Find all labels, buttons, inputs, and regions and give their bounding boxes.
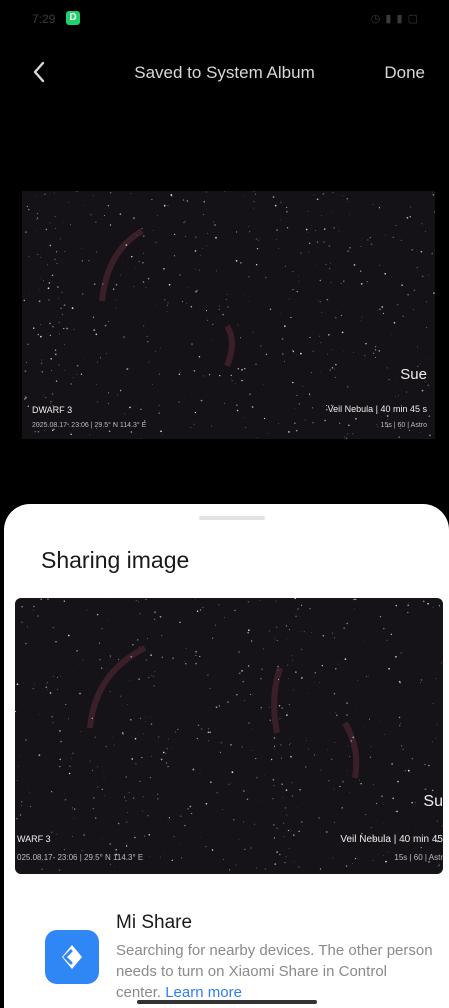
status-bar: 7:29 D ◷ ▮ ▮ ▢ <box>0 0 449 34</box>
photo-target: Veil Nebula | 40 min 45 s <box>327 404 427 414</box>
status-indicators: ◷ ▮ ▮ ▢ <box>370 13 419 25</box>
nebula-preview-image <box>15 598 443 871</box>
preview-signature: Su <box>423 793 443 810</box>
photo-signature: Sue <box>400 366 427 383</box>
mi-share-description: Searching for nearby devices. The other … <box>116 940 436 1003</box>
sheet-handle[interactable] <box>199 516 265 520</box>
photo-settings: 15s | 60 | Astro <box>380 422 427 429</box>
home-indicator[interactable] <box>137 1000 317 1004</box>
sheet-title: Sharing image <box>41 547 190 573</box>
top-bar: Saved to System Album Done <box>0 52 449 92</box>
photo-brand: DWARF 3 <box>32 405 73 415</box>
mi-share-icon[interactable] <box>45 930 99 984</box>
sharing-preview-image: WARF 3 025.08.17- 23:06 | 29.5° N 114.3°… <box>15 598 443 874</box>
app-badge-icon: D <box>66 11 80 25</box>
preview-settings: 15s | 60 | Astr <box>394 853 443 862</box>
done-button[interactable]: Done <box>384 63 425 83</box>
preview-datetime: 025.08.17- 23:06 | 29.5° N 114.3° E <box>17 853 144 862</box>
nebula-image <box>23 191 435 439</box>
mi-share-glyph-icon <box>62 945 82 969</box>
chevron-left-icon <box>33 61 45 83</box>
saved-photo[interactable]: DWARF 3 2025.08.17- 23:06 | 29.5° N 114.… <box>22 191 435 439</box>
preview-target: Veil Nebula | 40 min 45 <box>340 834 443 845</box>
mi-share-description-text: Searching for nearby devices. The other … <box>116 942 433 1001</box>
mi-share-label[interactable]: Mi Share <box>116 912 192 934</box>
preview-brand: WARF 3 <box>17 834 51 844</box>
status-time: 7:29 <box>32 12 56 26</box>
back-button[interactable] <box>26 58 54 86</box>
photo-datetime: 2025.08.17- 23:06 | 29.5° N 114.3° E <box>32 422 147 429</box>
page-title: Saved to System Album <box>134 63 315 82</box>
learn-more-link[interactable]: Learn more <box>165 984 242 1001</box>
